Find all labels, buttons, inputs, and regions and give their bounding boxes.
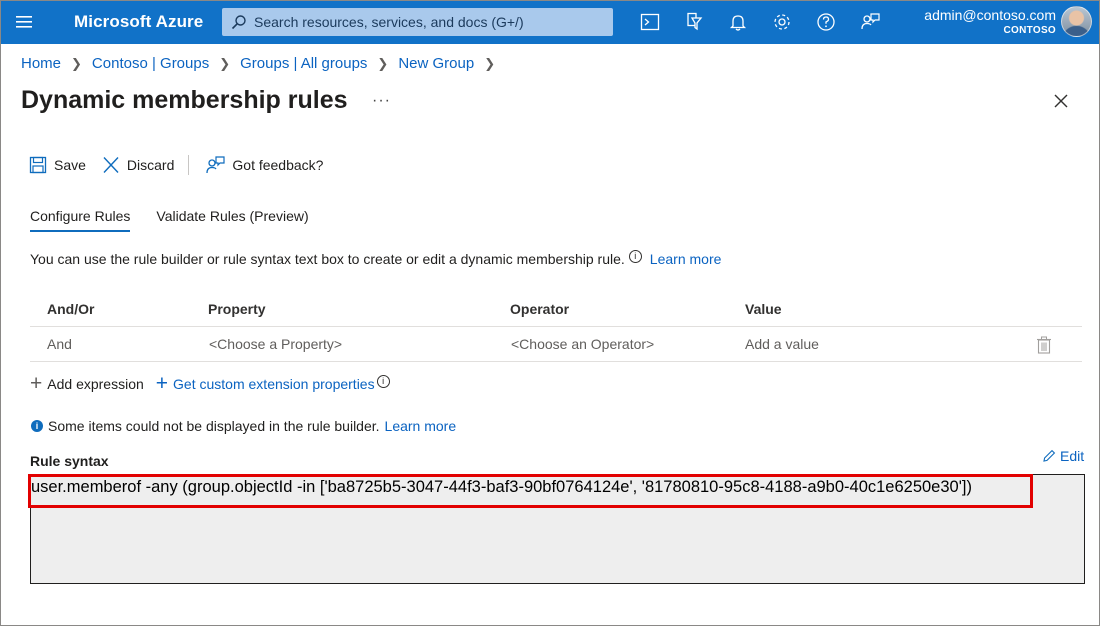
edit-label: Edit: [1060, 448, 1085, 464]
page-title: Dynamic membership rules: [21, 86, 348, 114]
command-divider: [188, 155, 190, 175]
notice-text: Some items could not be displayed in the…: [48, 418, 380, 434]
notice-learn-more-link[interactable]: Learn more: [385, 418, 457, 434]
gear-icon[interactable]: [771, 11, 793, 33]
command-bar: Save Discard Got feedback?: [29, 153, 339, 177]
highlight-box: [28, 474, 1033, 508]
hamburger-menu-icon[interactable]: [14, 12, 36, 32]
discard-icon: [103, 157, 119, 173]
rule-syntax-label: Rule syntax: [30, 453, 109, 469]
property-dropdown[interactable]: <Choose a Property>: [209, 336, 342, 352]
feedback-person-icon: [206, 156, 225, 174]
discard-button[interactable]: Discard: [102, 156, 174, 174]
plus-icon: +: [155, 372, 169, 395]
more-options-icon[interactable]: ···: [372, 92, 391, 110]
discard-label: Discard: [126, 157, 175, 173]
learn-more-link[interactable]: Learn more: [650, 251, 722, 267]
account-menu[interactable]: admin@contoso.com CONTOSO: [924, 7, 1056, 36]
user-email: admin@contoso.com: [924, 7, 1056, 23]
breadcrumb-home[interactable]: Home: [21, 55, 61, 72]
column-header-property: Property: [208, 301, 266, 317]
bell-icon[interactable]: [727, 11, 749, 33]
chevron-right-icon: ❯: [71, 55, 82, 71]
search-icon: [231, 15, 246, 30]
chevron-right-icon: ❯: [219, 55, 231, 71]
expression-actions: + Add expression + Get custom extension …: [30, 372, 402, 395]
table-row: And <Choose a Property> <Choose an Opera…: [30, 327, 1082, 362]
tab-configure-rules[interactable]: Configure Rules: [30, 208, 131, 232]
directory-filter-icon[interactable]: [683, 11, 705, 33]
tab-validate-rules[interactable]: Validate Rules (Preview): [156, 208, 308, 232]
column-header-andor: And/Or: [47, 301, 95, 317]
cloud-shell-icon[interactable]: [639, 11, 661, 33]
custom-extension-link[interactable]: + Get custom extension properties i: [155, 372, 390, 395]
column-header-operator: Operator: [510, 301, 570, 317]
operator-dropdown[interactable]: <Choose an Operator>: [511, 336, 654, 352]
custom-extension-label: Get custom extension properties: [173, 376, 375, 392]
user-org: CONTOSO: [1003, 25, 1056, 36]
chevron-right-icon: ❯: [484, 55, 496, 71]
pencil-icon: [1043, 449, 1056, 462]
breadcrumb-all-groups[interactable]: Groups | All groups: [240, 55, 367, 72]
feedback-button[interactable]: Got feedback?: [205, 155, 323, 175]
rule-builder-table: And/Or Property Operator Value And <Choo…: [30, 292, 1082, 362]
search-placeholder: Search resources, services, and docs (G+…: [254, 14, 524, 30]
feedback-icon[interactable]: [859, 11, 881, 33]
breadcrumb: Home ❯ Contoso | Groups ❯ Groups | All g…: [21, 55, 505, 72]
feedback-label: Got feedback?: [232, 157, 324, 173]
save-button[interactable]: Save: [29, 156, 86, 174]
info-notice: i Some items could not be displayed in t…: [31, 418, 456, 434]
delete-icon[interactable]: [1036, 336, 1052, 354]
value-input[interactable]: Add a value: [745, 336, 819, 352]
save-icon: [29, 156, 47, 174]
info-filled-icon: i: [31, 420, 43, 432]
top-nav-bar: Microsoft Azure Search resources, servic…: [0, 0, 1100, 44]
close-icon[interactable]: [1052, 92, 1070, 110]
portal-brand[interactable]: Microsoft Azure: [74, 12, 203, 32]
save-label: Save: [54, 157, 86, 173]
avatar[interactable]: [1061, 6, 1092, 37]
andor-dropdown[interactable]: And: [47, 336, 72, 352]
info-icon[interactable]: i: [376, 374, 390, 388]
breadcrumb-new-group[interactable]: New Group: [398, 55, 474, 72]
description-text: You can use the rule builder or rule syn…: [30, 251, 625, 267]
description: You can use the rule builder or rule syn…: [30, 249, 722, 267]
info-icon[interactable]: i: [628, 249, 642, 263]
breadcrumb-contoso-groups[interactable]: Contoso | Groups: [92, 55, 209, 72]
add-expression-button[interactable]: + Add expression: [30, 372, 144, 395]
help-icon[interactable]: [815, 11, 837, 33]
chevron-right-icon: ❯: [377, 55, 389, 71]
column-header-value: Value: [745, 301, 782, 317]
global-search-input[interactable]: Search resources, services, and docs (G+…: [222, 8, 613, 36]
tab-list: Configure Rules Validate Rules (Preview): [30, 208, 335, 232]
edit-syntax-button[interactable]: Edit: [1042, 448, 1084, 464]
table-header-row: And/Or Property Operator Value: [30, 292, 1082, 327]
add-expression-label: Add expression: [47, 376, 144, 392]
plus-icon: +: [30, 372, 43, 395]
